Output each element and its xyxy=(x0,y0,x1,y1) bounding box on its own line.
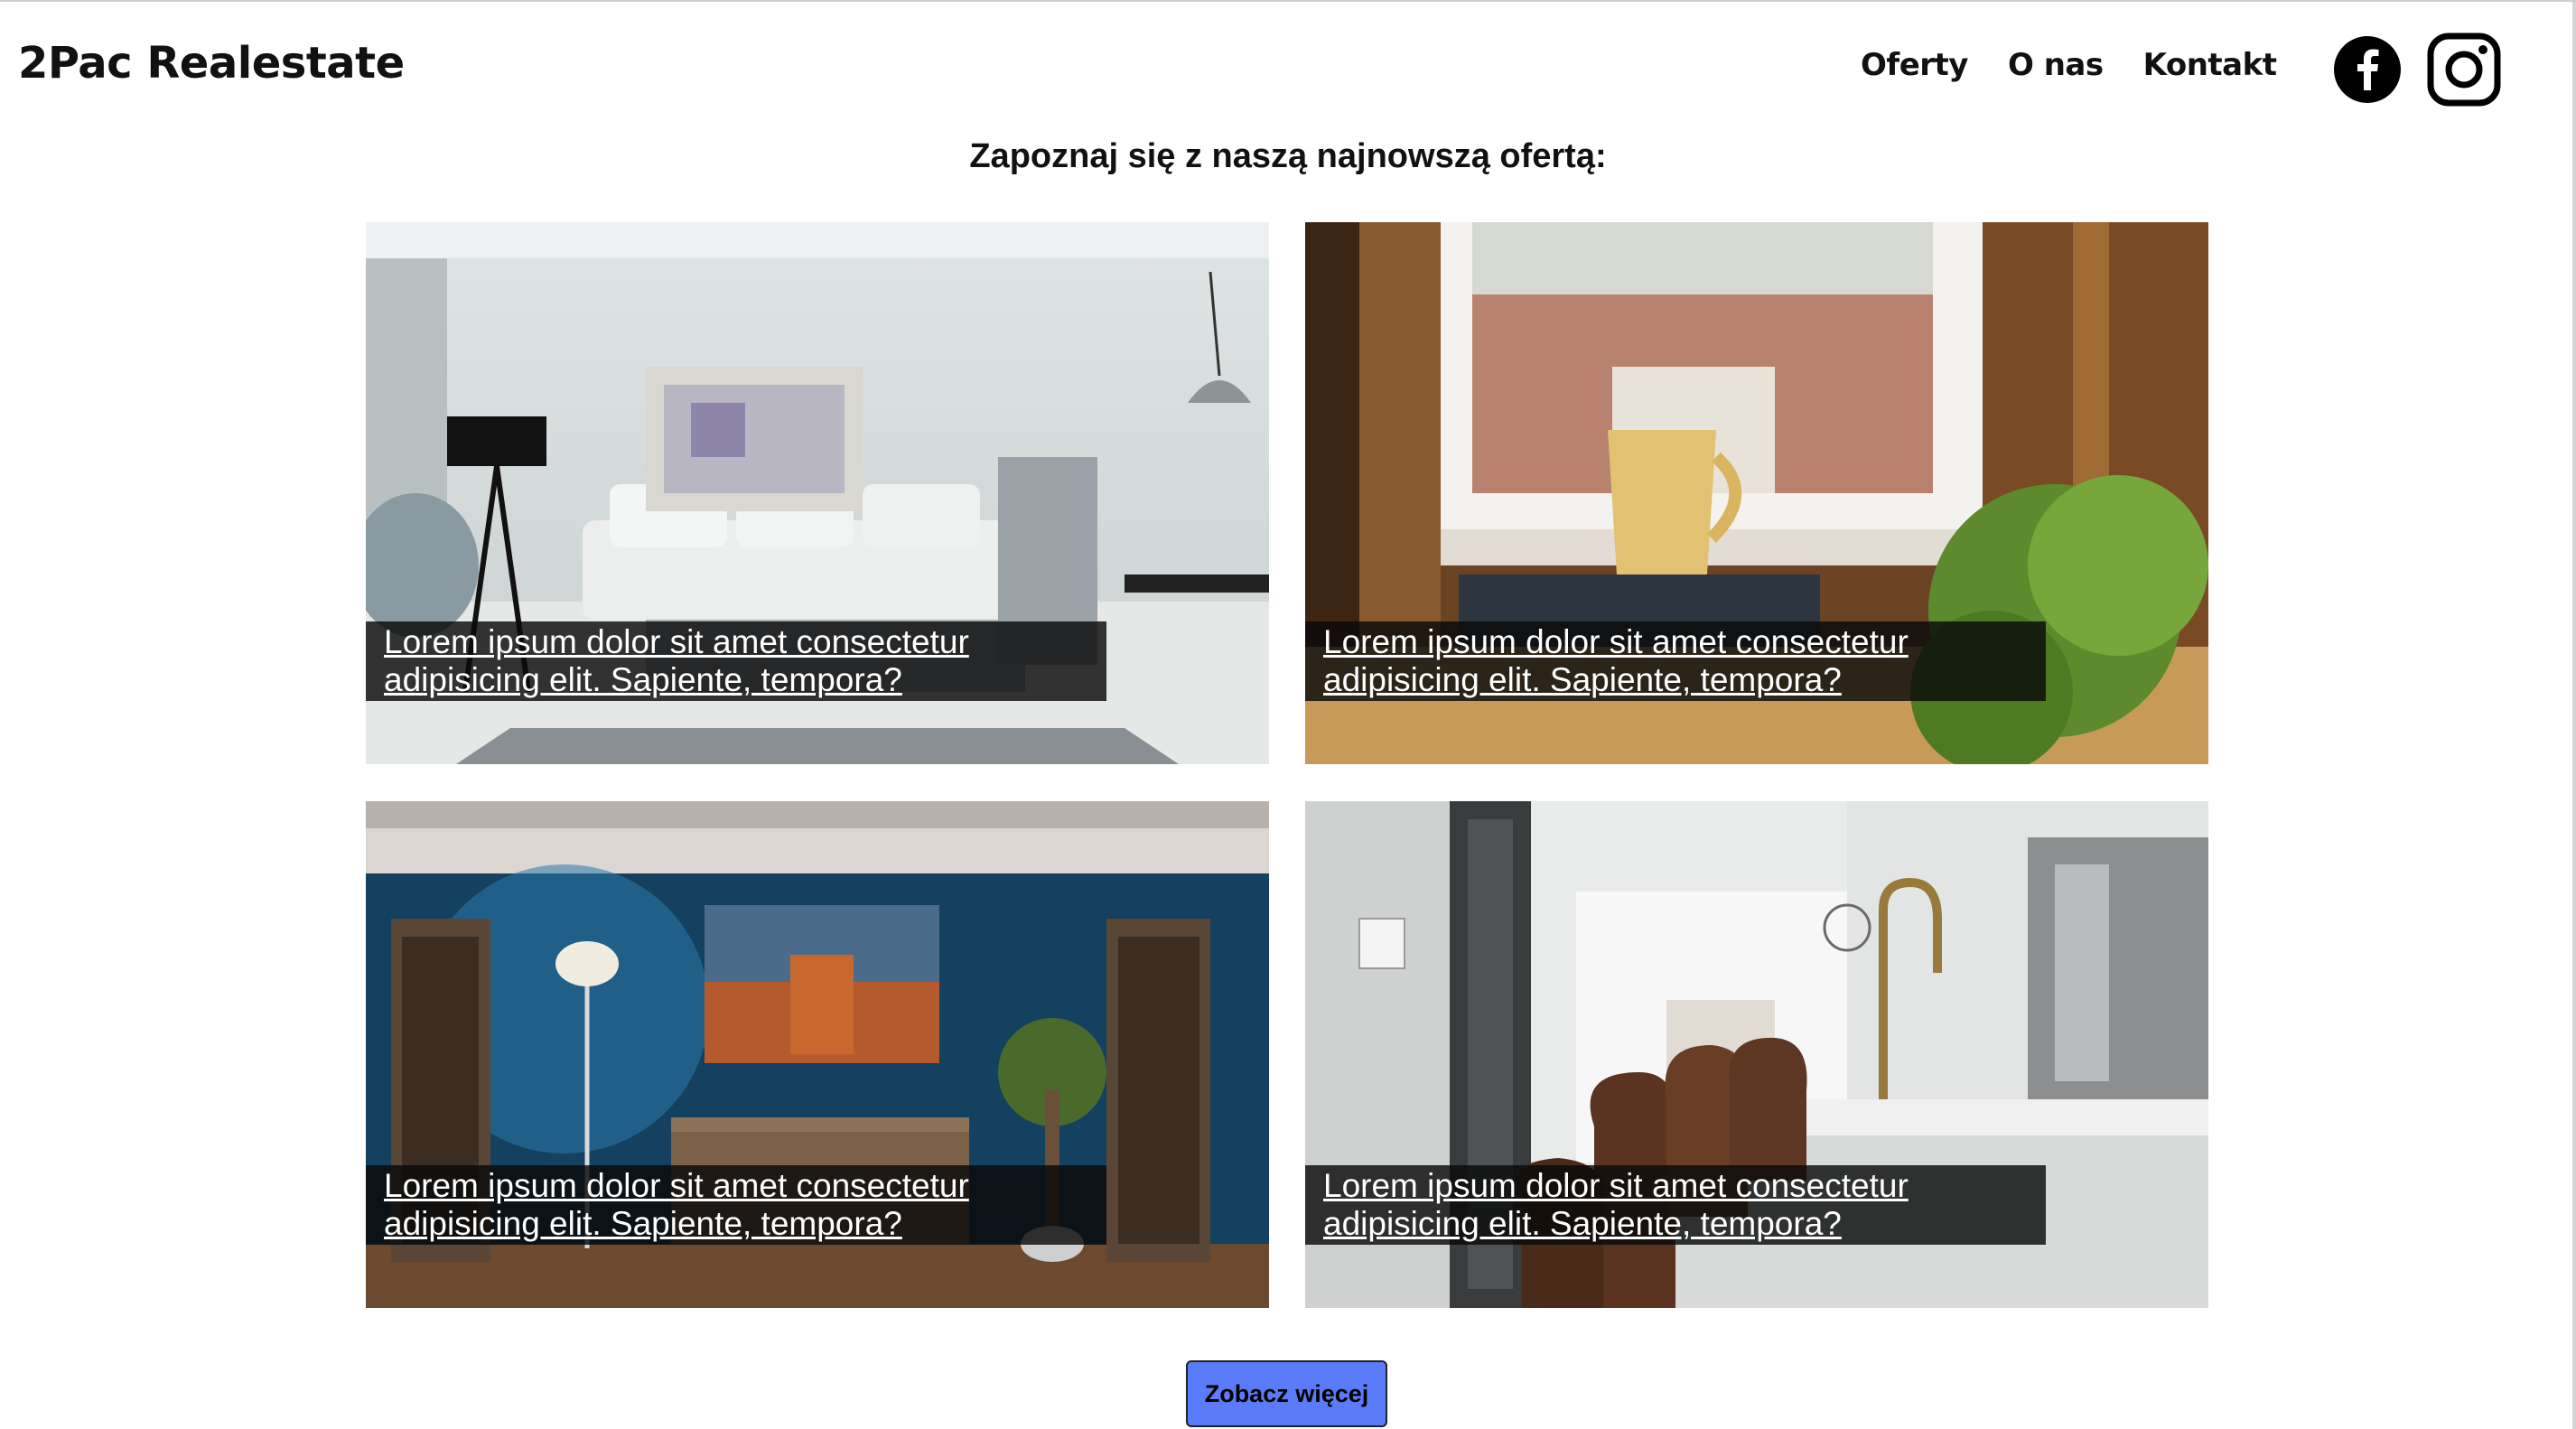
card-caption: Lorem ipsum dolor sit amet consectetur a… xyxy=(1305,1165,2046,1245)
nav-link-oferty[interactable]: Oferty xyxy=(1861,47,1968,83)
offer-card[interactable]: Lorem ipsum dolor sit amet consectetur a… xyxy=(366,801,1269,1308)
scrollbar[interactable] xyxy=(2572,2,2576,1429)
card-link[interactable]: Lorem ipsum dolor sit amet consectetur a… xyxy=(1323,621,2046,701)
offer-card[interactable]: Lorem ipsum dolor sit amet consectetur a… xyxy=(366,222,1269,764)
facebook-icon[interactable] xyxy=(2334,36,2401,103)
page-heading: Zapoznaj się z naszą najnowszą ofertą: xyxy=(969,137,1607,175)
see-more-button[interactable]: Zobacz więcej xyxy=(1186,1360,1387,1427)
card-link[interactable]: Lorem ipsum dolor sit amet consectetur a… xyxy=(1323,1165,2046,1245)
main-nav: Oferty O nas Kontakt xyxy=(1861,47,2277,83)
card-caption: Lorem ipsum dolor sit amet consectetur a… xyxy=(366,1165,1106,1245)
nav-link-kontakt[interactable]: Kontakt xyxy=(2143,47,2277,83)
offer-card[interactable]: Lorem ipsum dolor sit amet consectetur a… xyxy=(1305,801,2208,1308)
offer-card[interactable]: Lorem ipsum dolor sit amet consectetur a… xyxy=(1305,222,2208,764)
card-caption: Lorem ipsum dolor sit amet consectetur a… xyxy=(1305,621,2046,701)
instagram-icon[interactable] xyxy=(2427,33,2501,107)
card-caption: Lorem ipsum dolor sit amet consectetur a… xyxy=(366,621,1106,701)
card-link[interactable]: Lorem ipsum dolor sit amet consectetur a… xyxy=(384,621,1106,701)
site-logo[interactable]: 2Pac Realestate xyxy=(18,38,405,89)
card-link[interactable]: Lorem ipsum dolor sit amet consectetur a… xyxy=(384,1165,1106,1245)
nav-link-o-nas[interactable]: O nas xyxy=(2008,47,2104,83)
